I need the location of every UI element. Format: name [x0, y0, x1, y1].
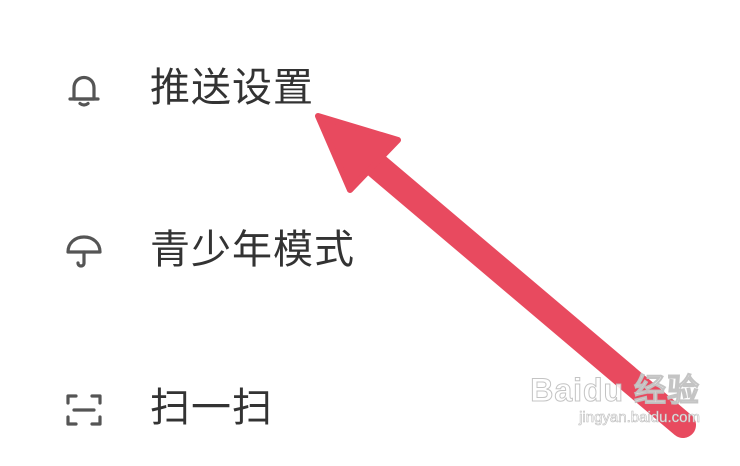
- menu-item-scan[interactable]: 扫一扫: [0, 366, 740, 466]
- menu-item-push-settings[interactable]: 推送设置: [0, 40, 740, 140]
- menu-item-label: 扫一扫: [150, 385, 273, 431]
- umbrella-icon: [62, 230, 106, 274]
- settings-screen: 推送设置 青少年模式 扫一扫 Baidu 经验 jingyan.baidu.co…: [0, 0, 740, 440]
- scan-icon: [62, 388, 106, 432]
- menu-item-teen-mode[interactable]: 青少年模式: [0, 202, 740, 302]
- menu-item-label: 青少年模式: [150, 227, 355, 273]
- menu-item-label: 推送设置: [150, 65, 314, 111]
- bell-icon: [62, 68, 106, 112]
